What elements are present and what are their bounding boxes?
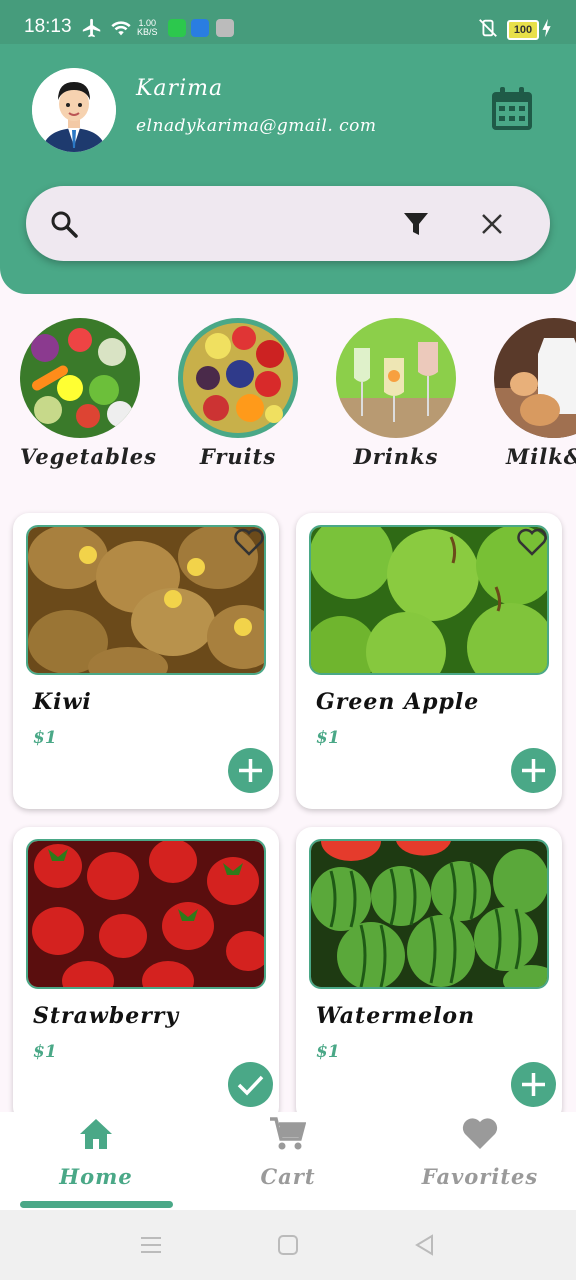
- category-label: Vegetables: [20, 444, 157, 469]
- vibrate-off-icon: [479, 19, 497, 37]
- nav-label: Cart: [260, 1164, 316, 1189]
- charging-icon: [542, 18, 551, 38]
- drive-icon: [216, 19, 234, 37]
- product-image: [309, 525, 549, 675]
- add-to-cart-button[interactable]: [511, 748, 556, 793]
- active-tab-indicator: [20, 1201, 173, 1208]
- product-card-kiwi[interactable]: Kiwi $1: [13, 513, 279, 809]
- product-name: Green Apple: [316, 689, 480, 715]
- product-name: Strawberry: [33, 1003, 180, 1029]
- user-avatar[interactable]: [32, 68, 116, 152]
- nav-favorites[interactable]: Favorites: [384, 1112, 576, 1210]
- user-name: Karima: [136, 76, 224, 101]
- airplane-icon: [82, 18, 101, 38]
- add-to-cart-button[interactable]: [511, 1062, 556, 1107]
- clear-icon[interactable]: [480, 212, 504, 236]
- search-icon[interactable]: [50, 210, 78, 238]
- drinks-image: [336, 318, 456, 438]
- nav-label: Favorites: [421, 1164, 539, 1189]
- usb-icon: [191, 19, 209, 37]
- product-image: [26, 839, 266, 989]
- in-cart-button[interactable]: [228, 1062, 273, 1107]
- search-input[interactable]: [90, 204, 394, 246]
- check-icon: [237, 1075, 264, 1096]
- battery-indicator: 100: [507, 20, 539, 40]
- category-vegetables[interactable]: Vegetables: [20, 318, 157, 469]
- product-card-strawberry[interactable]: Strawberry $1: [13, 827, 279, 1123]
- vegetables-image: [20, 318, 140, 438]
- favorite-heart-icon[interactable]: [233, 527, 265, 557]
- product-price: $1: [33, 728, 57, 748]
- fruits-image: [178, 318, 298, 438]
- whatsapp-icon: [168, 19, 186, 37]
- user-email: elnadykarima@gmail. com: [136, 116, 377, 136]
- nav-home[interactable]: Home: [0, 1112, 192, 1210]
- plus-icon: [522, 759, 545, 782]
- product-card-green-apple[interactable]: Green Apple $1: [296, 513, 562, 809]
- category-label: Milk&E: [506, 444, 576, 469]
- milk-eggs-image: [494, 318, 576, 438]
- bottom-navigation: Home Cart Favorites: [0, 1112, 576, 1210]
- system-navigation-bar: [0, 1210, 576, 1280]
- product-price: $1: [316, 1042, 340, 1062]
- product-image: [309, 839, 549, 989]
- plus-icon: [522, 1073, 545, 1096]
- category-drinks[interactable]: Drinks: [336, 318, 456, 469]
- nav-label: Home: [59, 1164, 133, 1189]
- product-card-watermelon[interactable]: Watermelon $1: [296, 827, 562, 1123]
- home-square-icon[interactable]: [278, 1235, 298, 1255]
- net-speed: 1.00 KB/S: [137, 18, 158, 37]
- category-fruits[interactable]: Fruits: [178, 318, 298, 469]
- add-to-cart-button[interactable]: [228, 748, 273, 793]
- cart-icon: [270, 1117, 306, 1150]
- favorite-heart-icon[interactable]: [516, 527, 548, 557]
- product-image: [26, 525, 266, 675]
- product-name: Watermelon: [316, 1003, 476, 1029]
- plus-icon: [239, 759, 262, 782]
- menu-icon[interactable]: [140, 1235, 162, 1255]
- wifi-icon: [111, 21, 131, 36]
- home-icon: [80, 1119, 112, 1149]
- avatar-illustration: [32, 68, 116, 152]
- category-label: Drinks: [353, 444, 439, 469]
- category-milk-eggs[interactable]: Milk&E: [494, 318, 576, 469]
- back-icon[interactable]: [414, 1234, 434, 1256]
- status-time: 18:13: [24, 16, 72, 37]
- product-price: $1: [33, 1042, 57, 1062]
- nav-cart[interactable]: Cart: [192, 1112, 384, 1210]
- product-name: Kiwi: [33, 689, 92, 715]
- search-bar: [26, 186, 550, 261]
- category-label: Fruits: [199, 444, 277, 469]
- product-price: $1: [316, 728, 340, 748]
- calendar-icon[interactable]: [490, 86, 534, 132]
- filter-icon[interactable]: [402, 210, 430, 238]
- heart-icon: [462, 1118, 498, 1149]
